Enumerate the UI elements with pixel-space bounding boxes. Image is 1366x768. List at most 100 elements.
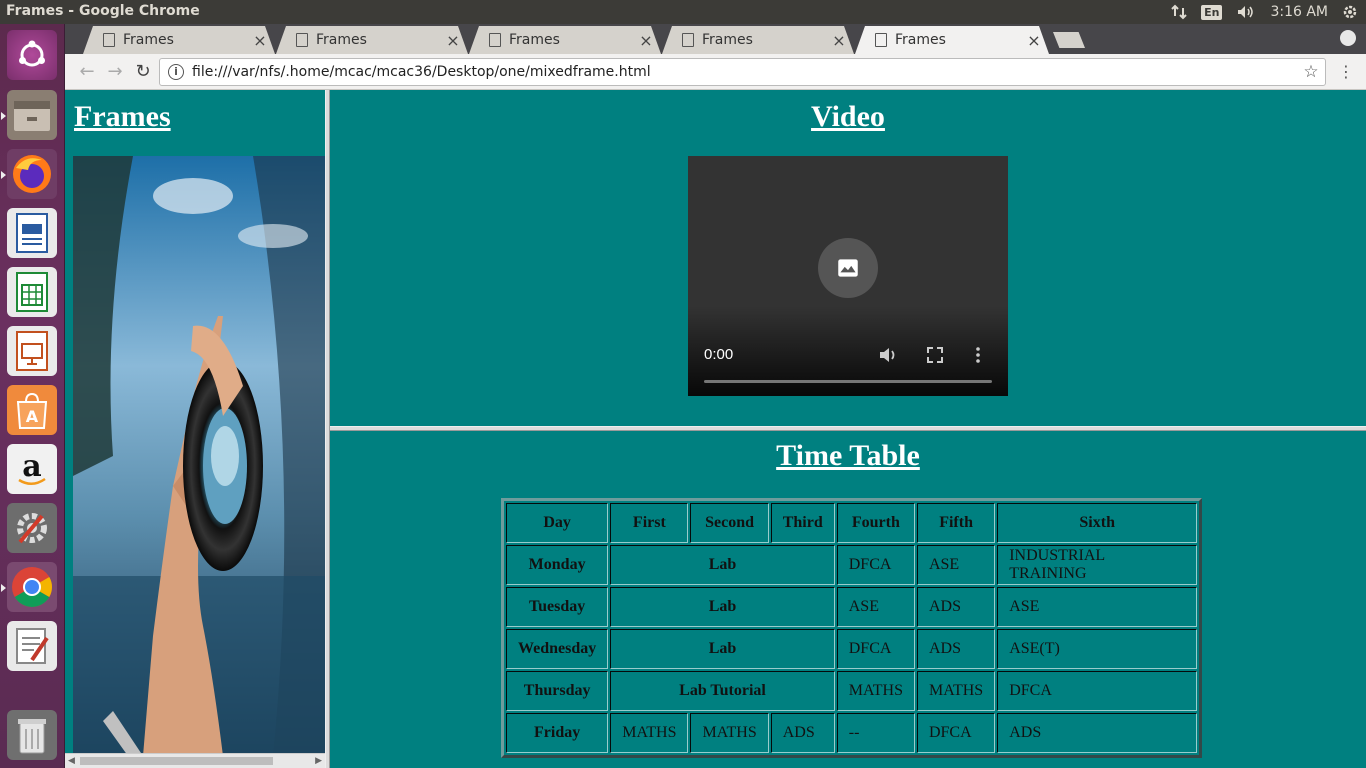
page-icon bbox=[875, 33, 887, 47]
lab-cell: Lab bbox=[610, 545, 835, 585]
close-icon[interactable]: × bbox=[245, 31, 275, 50]
timetable-heading: Time Table bbox=[776, 439, 920, 472]
fullscreen-icon[interactable] bbox=[926, 346, 946, 364]
tab[interactable]: Frames × bbox=[276, 26, 468, 54]
image-placeholder-icon bbox=[818, 238, 878, 298]
tab[interactable]: Frames × bbox=[662, 26, 854, 54]
close-icon[interactable]: × bbox=[824, 31, 854, 50]
tab-title: Frames bbox=[895, 32, 946, 48]
day-cell: Wednesday bbox=[506, 629, 609, 669]
files-icon[interactable] bbox=[1, 90, 57, 140]
tab[interactable]: Frames × bbox=[83, 26, 275, 54]
table-cell: ASE bbox=[916, 545, 996, 585]
table-cell: ADS bbox=[997, 713, 1198, 753]
table-cell: ADS bbox=[770, 713, 835, 753]
lens-photo bbox=[73, 156, 325, 756]
trash-icon[interactable] bbox=[7, 710, 57, 760]
page-icon bbox=[489, 33, 501, 47]
firefox-icon[interactable] bbox=[1, 149, 57, 199]
header-cell: Sixth bbox=[997, 503, 1198, 543]
page-content: Frames ◀ ▶ Video 0:00 Time Table Day Fir… bbox=[65, 90, 1366, 768]
header-cell: Fifth bbox=[916, 503, 996, 543]
gear-icon[interactable] bbox=[1342, 4, 1358, 20]
video-more-icon[interactable] bbox=[974, 346, 994, 364]
table-cell: ADS bbox=[916, 629, 996, 669]
video-progress-bar[interactable] bbox=[704, 380, 992, 383]
info-icon[interactable]: i bbox=[168, 64, 184, 80]
svg-text:A: A bbox=[26, 407, 39, 426]
address-bar[interactable]: i file:///var/nfs/.home/mcac/mcac36/Desk… bbox=[159, 58, 1326, 86]
forward-icon[interactable]: → bbox=[103, 60, 127, 84]
day-cell: Tuesday bbox=[506, 587, 609, 627]
video-time: 0:00 bbox=[704, 346, 734, 363]
system-settings-icon[interactable] bbox=[7, 503, 57, 553]
menu-icon[interactable]: ⋮ bbox=[1338, 62, 1354, 81]
table-cell: INDUSTRIAL TRAINING bbox=[997, 545, 1198, 585]
video-player[interactable]: 0:00 bbox=[688, 156, 1008, 396]
url-text[interactable]: file:///var/nfs/.home/mcac/mcac36/Deskto… bbox=[192, 64, 1297, 80]
table-row: Monday Lab DFCA ASE INDUSTRIAL TRAINING bbox=[506, 545, 1198, 585]
tab-active[interactable]: Frames × bbox=[855, 26, 1049, 54]
header-cell: Second bbox=[690, 503, 769, 543]
scroll-left-icon[interactable]: ◀ bbox=[68, 755, 75, 766]
amazon-icon[interactable]: a bbox=[7, 444, 57, 494]
calc-icon[interactable] bbox=[7, 267, 57, 317]
left-frame-heading: Frames bbox=[74, 100, 171, 133]
table-cell: MATHS bbox=[836, 671, 915, 711]
timetable-frame: Time Table Day First Second Third Fourth… bbox=[330, 431, 1366, 768]
table-row: Tuesday Lab ASE ADS ASE bbox=[506, 587, 1198, 627]
horizontal-scrollbar[interactable]: ◀ ▶ bbox=[65, 753, 325, 768]
network-icon[interactable] bbox=[1171, 4, 1187, 20]
header-cell: Fourth bbox=[836, 503, 915, 543]
back-icon[interactable]: ← bbox=[75, 60, 99, 84]
tab[interactable]: Frames × bbox=[469, 26, 661, 54]
lab-cell: Lab bbox=[610, 587, 835, 627]
tab-title: Frames bbox=[123, 32, 174, 48]
writer-icon[interactable] bbox=[7, 208, 57, 258]
bookmark-star-icon[interactable]: ☆ bbox=[1297, 62, 1325, 82]
window-title: Frames - Google Chrome bbox=[6, 3, 200, 19]
lab-cell: Lab Tutorial bbox=[610, 671, 835, 711]
close-icon[interactable]: × bbox=[631, 31, 661, 50]
volume-icon[interactable] bbox=[1236, 4, 1256, 20]
impress-icon[interactable] bbox=[7, 326, 57, 376]
table-cell: DFCA bbox=[997, 671, 1198, 711]
table-cell: ASE bbox=[997, 587, 1198, 627]
system-tray: En 3:16 AM bbox=[1171, 0, 1366, 24]
new-tab-button[interactable] bbox=[1053, 32, 1085, 48]
browser-toolbar: ← → ↻ i file:///var/nfs/.home/mcac/mcac3… bbox=[65, 54, 1366, 90]
table-cell: ASE(T) bbox=[997, 629, 1198, 669]
header-cell: First bbox=[610, 503, 689, 543]
video-frame-heading: Video bbox=[811, 100, 885, 133]
unity-launcher: A a bbox=[0, 24, 65, 768]
day-cell: Monday bbox=[506, 545, 609, 585]
software-center-icon[interactable]: A bbox=[7, 385, 57, 435]
table-cell: MATHS bbox=[690, 713, 769, 753]
reload-icon[interactable]: ↻ bbox=[131, 60, 155, 84]
tab-title: Frames bbox=[316, 32, 367, 48]
tab-title: Frames bbox=[702, 32, 753, 48]
table-cell: ADS bbox=[916, 587, 996, 627]
mute-icon[interactable] bbox=[878, 346, 898, 364]
profile-icon[interactable] bbox=[1340, 30, 1356, 46]
header-cell: Third bbox=[770, 503, 835, 543]
svg-text:a: a bbox=[22, 450, 41, 484]
close-icon[interactable]: × bbox=[1019, 31, 1049, 50]
table-cell: DFCA bbox=[916, 713, 996, 753]
table-cell: ASE bbox=[836, 587, 915, 627]
header-cell: Day bbox=[506, 503, 609, 543]
table-cell: MATHS bbox=[916, 671, 996, 711]
table-row: Friday MATHS MATHS ADS -- DFCA ADS bbox=[506, 713, 1198, 753]
day-cell: Thursday bbox=[506, 671, 609, 711]
text-editor-icon[interactable] bbox=[7, 621, 57, 671]
chrome-icon[interactable] bbox=[1, 562, 57, 612]
close-icon[interactable]: × bbox=[438, 31, 468, 50]
ubuntu-dash-icon[interactable] bbox=[7, 30, 57, 80]
page-icon bbox=[103, 33, 115, 47]
keyboard-layout-indicator[interactable]: En bbox=[1201, 4, 1223, 20]
clock[interactable]: 3:16 AM bbox=[1270, 4, 1328, 20]
table-row: Wednesday Lab DFCA ADS ASE(T) bbox=[506, 629, 1198, 669]
scroll-right-icon[interactable]: ▶ bbox=[315, 755, 322, 766]
scrollbar-thumb[interactable] bbox=[80, 757, 273, 765]
timetable: Day First Second Third Fourth Fifth Sixt… bbox=[501, 498, 1203, 758]
